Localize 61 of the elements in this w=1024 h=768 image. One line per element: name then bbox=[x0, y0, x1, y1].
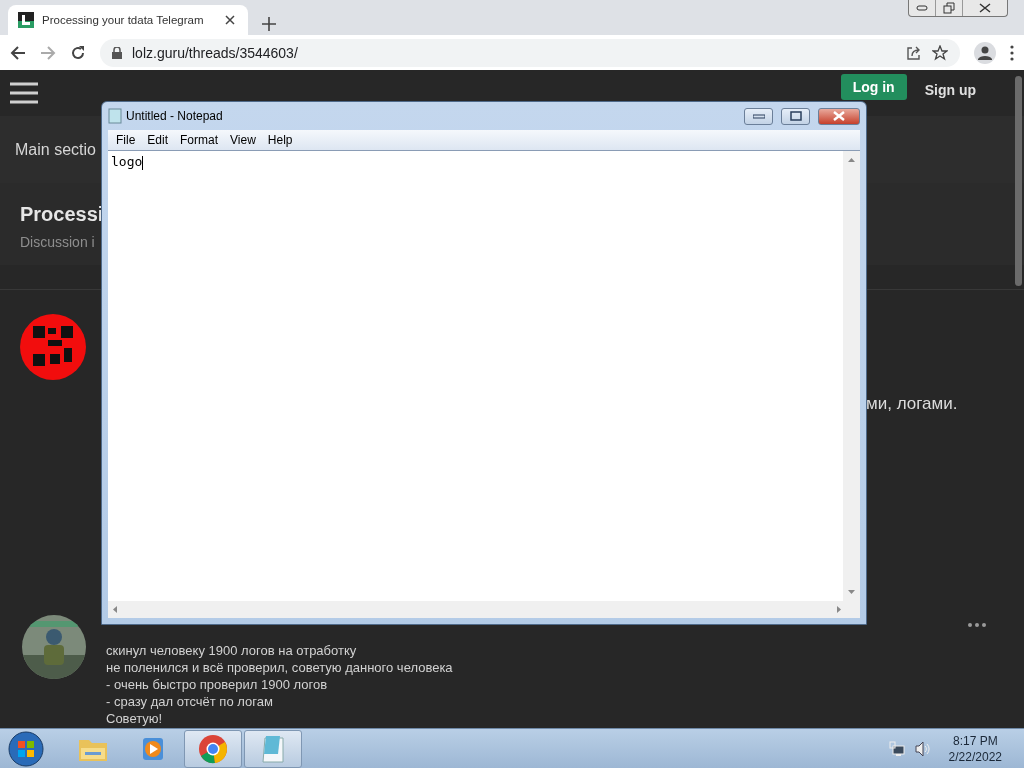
network-icon[interactable] bbox=[888, 740, 905, 757]
close-icon[interactable] bbox=[978, 3, 992, 13]
menu-item[interactable]: Format bbox=[174, 133, 225, 147]
maximize-icon bbox=[789, 111, 802, 121]
close-icon bbox=[833, 111, 845, 121]
menu-item[interactable]: File bbox=[110, 133, 142, 147]
scroll-down-icon[interactable] bbox=[848, 590, 855, 595]
notepad-icon bbox=[108, 108, 122, 124]
document-text: logo bbox=[111, 154, 143, 169]
login-button[interactable]: Log in bbox=[840, 74, 907, 100]
restore-icon[interactable] bbox=[943, 2, 955, 14]
clock-time: 8:17 PM bbox=[952, 732, 998, 749]
scroll-left-icon[interactable] bbox=[112, 606, 117, 613]
minimize-button[interactable] bbox=[744, 107, 773, 125]
chrome-icon bbox=[198, 733, 228, 764]
post-text: ми, логами. bbox=[866, 394, 958, 414]
post-text-line: не поленился и всё проверил, советую данного человека bbox=[106, 659, 453, 676]
post-text-line: - очень быстро проверил 1900 логов bbox=[106, 676, 329, 693]
maximize-button[interactable] bbox=[781, 107, 810, 125]
share-icon[interactable] bbox=[906, 44, 922, 61]
scrollbar[interactable] bbox=[1015, 76, 1022, 286]
lock-icon bbox=[112, 46, 122, 59]
breadcrumb[interactable]: Main sectio bbox=[15, 140, 96, 159]
signup-button[interactable]: Sign up bbox=[912, 74, 988, 106]
close-icon[interactable] bbox=[222, 15, 238, 25]
taskbar-app[interactable] bbox=[184, 729, 242, 768]
volume-icon[interactable] bbox=[914, 740, 931, 757]
menu-icon[interactable] bbox=[1010, 44, 1014, 61]
menu-item[interactable]: Edit bbox=[141, 133, 175, 147]
reload-icon[interactable] bbox=[70, 44, 86, 61]
clock[interactable]: 8:17 PM 2/22/2022 bbox=[948, 732, 1002, 765]
menu-item[interactable]: Help bbox=[261, 133, 299, 147]
address-bar[interactable]: lolz.guru/threads/3544603/ bbox=[100, 38, 960, 67]
start-button[interactable] bbox=[6, 729, 46, 768]
minimize-icon[interactable] bbox=[916, 5, 928, 11]
minimize-icon bbox=[752, 113, 765, 119]
horizontal-scrollbar[interactable] bbox=[108, 601, 860, 618]
star-icon[interactable] bbox=[932, 44, 948, 61]
site-logo-icon bbox=[18, 12, 34, 28]
menu-item[interactable]: View bbox=[224, 133, 262, 147]
post-text-line: - сразу дал отсчёт по логам bbox=[106, 693, 274, 710]
menu-icon[interactable] bbox=[10, 82, 38, 104]
post-text-line: Советую! bbox=[106, 710, 164, 727]
new-tab-icon[interactable] bbox=[262, 17, 276, 31]
window-controls[interactable] bbox=[908, 0, 1008, 17]
taskbar-app[interactable] bbox=[244, 729, 302, 768]
close-button[interactable] bbox=[818, 107, 860, 125]
back-icon[interactable] bbox=[10, 44, 26, 61]
more-icon[interactable] bbox=[968, 623, 986, 627]
scroll-up-icon[interactable] bbox=[848, 157, 855, 162]
vertical-scrollbar[interactable] bbox=[843, 151, 860, 601]
post-text-line: скинул человеку 1900 логов на отработку bbox=[106, 642, 358, 659]
text-area[interactable]: logo bbox=[108, 151, 860, 618]
thread-title: Processi bbox=[20, 203, 105, 226]
notepad-icon bbox=[259, 733, 287, 764]
thread-subtitle: Discussion i bbox=[20, 234, 96, 250]
scroll-right-icon[interactable] bbox=[837, 606, 842, 613]
browser-tab[interactable]: Processing your tdata Telegram bbox=[8, 5, 248, 35]
profile-icon[interactable] bbox=[974, 41, 996, 64]
clock-date: 2/22/2022 bbox=[948, 748, 1002, 765]
window-title: Untitled - Notepad bbox=[126, 109, 223, 123]
